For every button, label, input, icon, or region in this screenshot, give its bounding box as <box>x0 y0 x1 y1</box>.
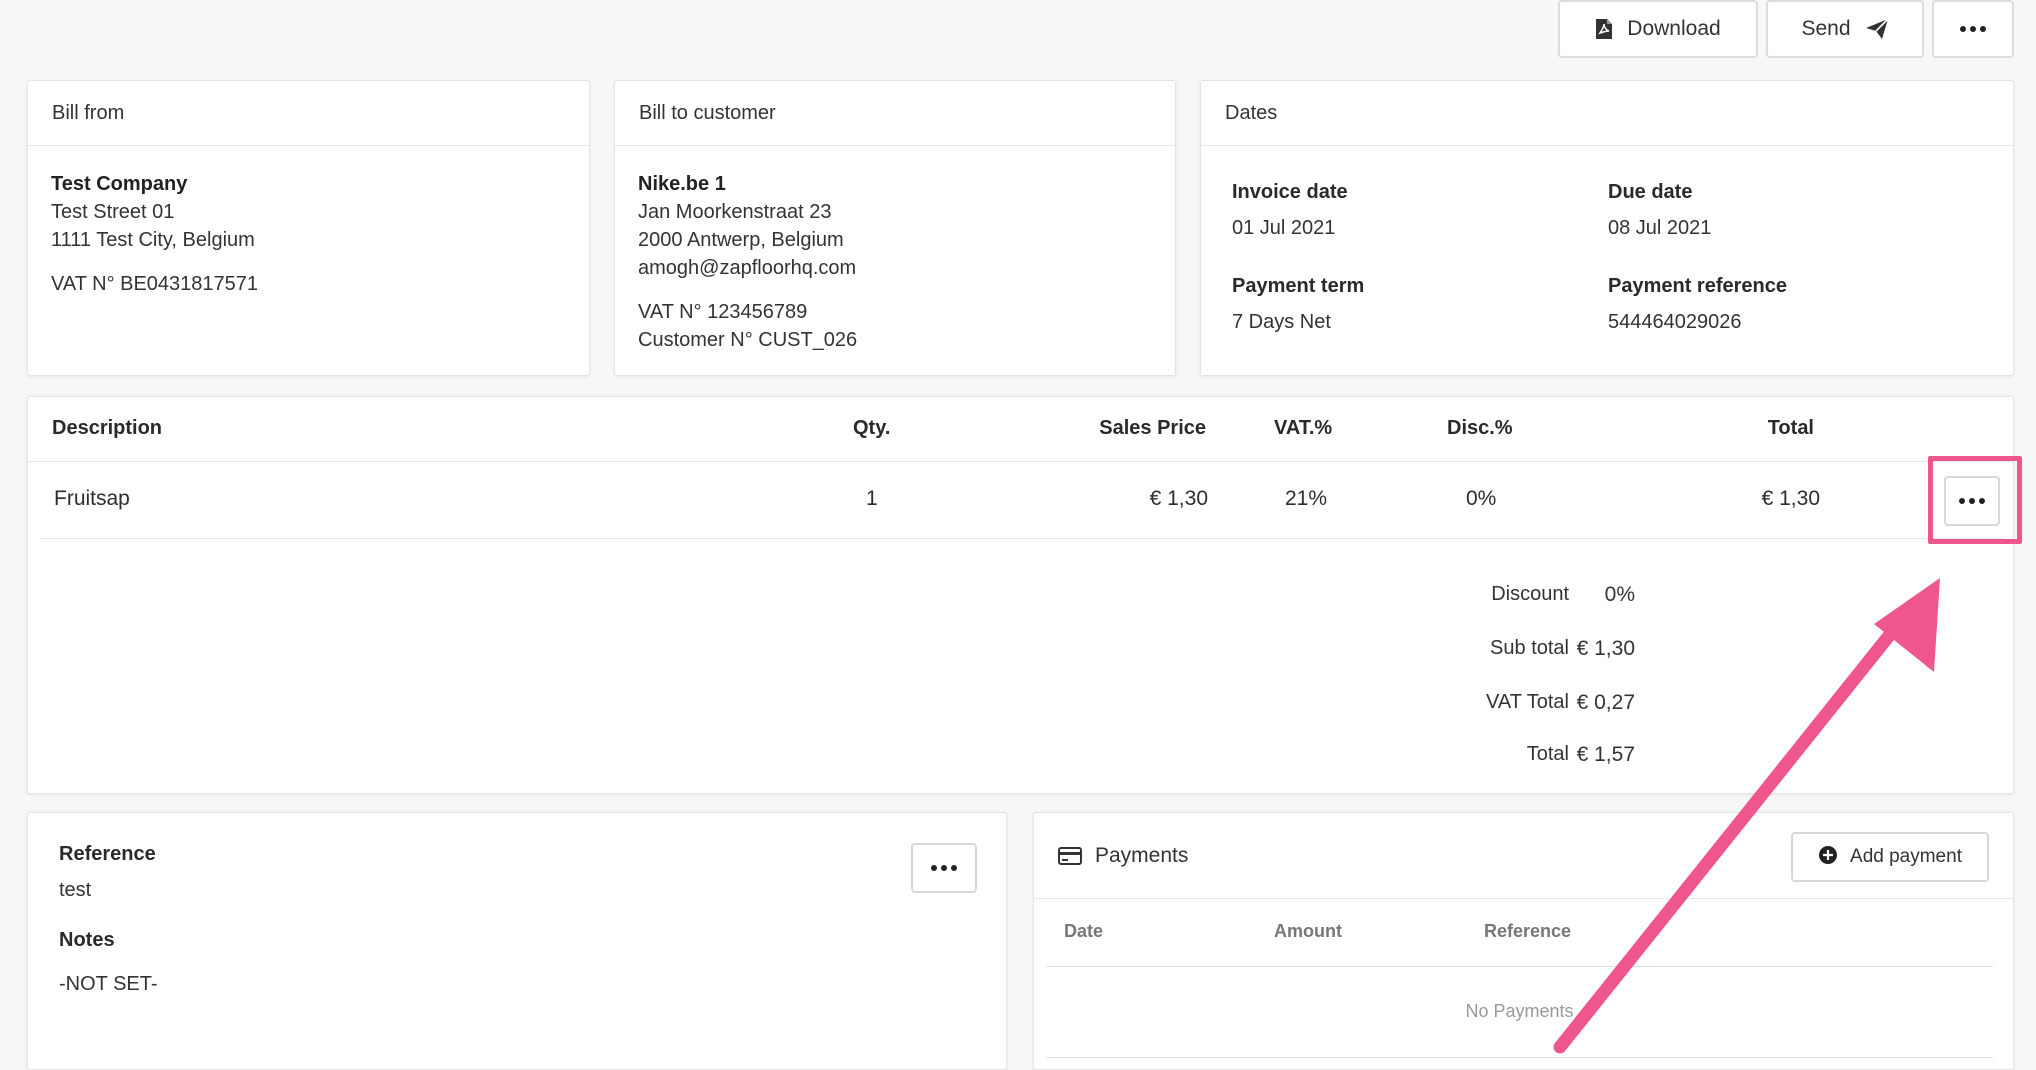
annotation-arrow <box>1553 578 1940 1054</box>
